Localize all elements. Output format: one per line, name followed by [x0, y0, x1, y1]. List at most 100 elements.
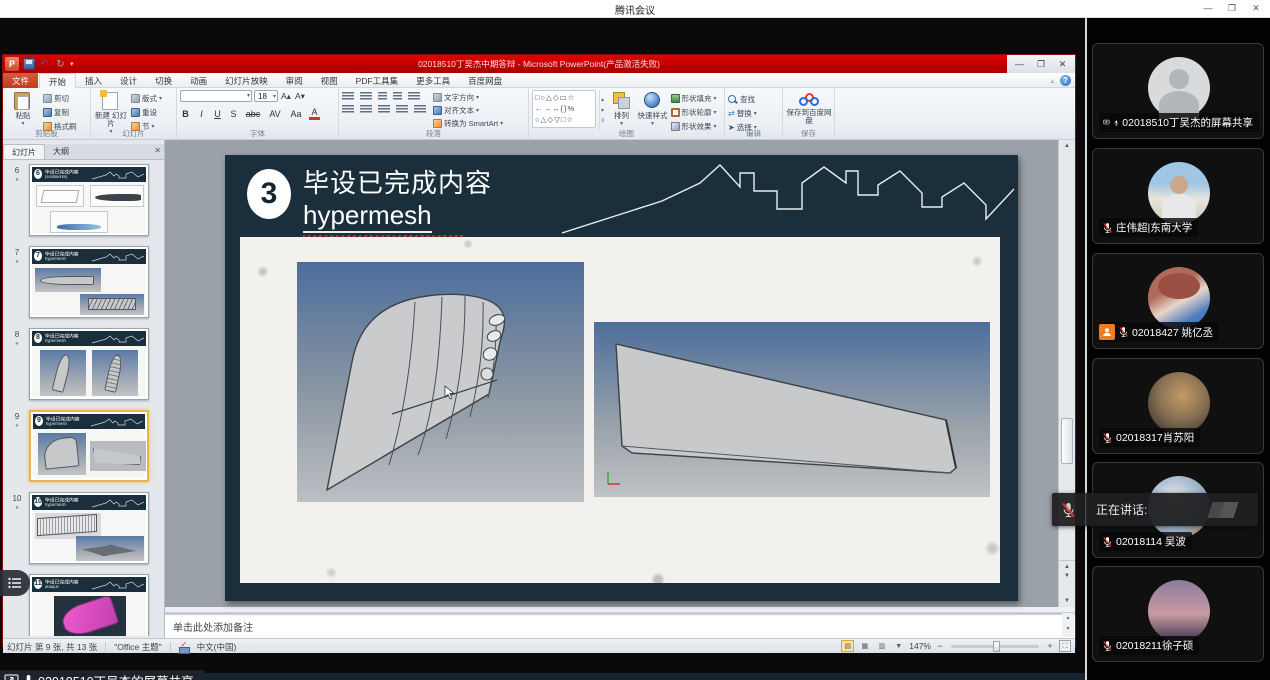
tab-insert[interactable]: 插入	[76, 73, 111, 88]
tab-outline-pane[interactable]: 大纲	[45, 144, 77, 159]
transition-icon: ★	[8, 341, 26, 347]
participant-name: 02018211徐子硕	[1116, 638, 1193, 653]
current-slide[interactable]: 3 毕设已完成内容 hypermesh	[225, 155, 1018, 601]
tab-design[interactable]: 设计	[111, 73, 146, 88]
font-size-combobox[interactable]: 18	[254, 90, 278, 102]
indent-increase-icon[interactable]	[393, 92, 402, 101]
shapes-gallery[interactable]: □○△◇▭☆ ←→↔{}% ○△◇▽□☆	[532, 90, 596, 128]
participant-tile-sharing[interactable]: 02018510丁吴杰的屏幕共享	[1092, 43, 1264, 139]
undo-icon[interactable]: ↶	[38, 58, 51, 71]
paste-button[interactable]: 粘贴▾	[6, 90, 40, 130]
help-icon[interactable]: ?	[1060, 75, 1071, 86]
normal-view-icon[interactable]: ▤	[841, 640, 854, 652]
replace-button[interactable]: ⇄替换▾	[728, 108, 779, 119]
editor-scrollbar[interactable]: ▲ ▲▼ ▼	[1058, 140, 1075, 607]
close-icon[interactable]: ✕	[1244, 0, 1268, 18]
meeting-sidebar-toggle[interactable]	[0, 570, 30, 596]
character-spacing-button[interactable]: AV	[267, 109, 283, 119]
tab-baidu-netdisk[interactable]: 百度网盘	[459, 73, 511, 88]
shadow-button[interactable]: S	[228, 109, 239, 119]
bold-button[interactable]: B	[180, 109, 191, 119]
tab-more-tools[interactable]: 更多工具	[407, 73, 459, 88]
close-pane-icon[interactable]: ✕	[154, 146, 161, 155]
paste-icon	[14, 92, 30, 110]
arrange-button[interactable]: 排列▾	[609, 90, 635, 130]
new-slide-button[interactable]: 新建 幻灯片▾	[94, 90, 128, 130]
align-center-icon[interactable]	[360, 105, 372, 114]
tab-slides-pane[interactable]: 幻灯片	[3, 144, 45, 159]
shape-fill-button[interactable]: 形状填充▾	[671, 93, 717, 104]
tab-review[interactable]: 审阅	[277, 73, 312, 88]
tab-transitions[interactable]: 切换	[146, 73, 181, 88]
arrange-icon	[613, 92, 629, 108]
tab-home[interactable]: 开始	[39, 73, 76, 88]
ppt-minimize-icon[interactable]: —	[1011, 59, 1029, 69]
quick-styles-button[interactable]: 快速样式▾	[638, 90, 668, 130]
columns-icon[interactable]	[414, 105, 426, 114]
zoom-out-icon[interactable]: −	[935, 641, 945, 651]
change-case-button[interactable]: Aa	[288, 109, 304, 119]
grow-font-button[interactable]: A▴	[280, 91, 292, 102]
slide-canvas[interactable]: 3 毕设已完成内容 hypermesh	[165, 140, 1058, 607]
font-name-combobox[interactable]	[180, 90, 252, 102]
align-right-icon[interactable]	[378, 105, 390, 114]
participant-tile[interactable]: 02018427 姚亿丞	[1092, 253, 1264, 349]
reset-button[interactable]: 重设	[131, 107, 162, 118]
notes-scrollbar[interactable]: ▲▼	[1062, 613, 1074, 637]
participant-tile[interactable]: 庄伟超|东南大学	[1092, 148, 1264, 244]
tab-animations[interactable]: 动画	[181, 73, 216, 88]
spellcheck-icon[interactable]	[179, 642, 189, 652]
find-button[interactable]: 查找	[728, 94, 779, 105]
save-icon[interactable]	[23, 58, 35, 70]
participants-panel: 02018510丁吴杰的屏幕共享 庄伟超|东南大学	[1085, 18, 1270, 680]
font-color-button[interactable]: A	[309, 108, 320, 120]
bullets-icon[interactable]	[342, 92, 354, 101]
reading-view-icon[interactable]: ▥	[875, 640, 888, 652]
prev-next-slide-buttons[interactable]: ▲▼	[1059, 560, 1075, 594]
align-left-icon[interactable]	[342, 105, 354, 114]
tab-pdf-tools[interactable]: PDF工具集	[347, 73, 408, 88]
zoom-slider[interactable]	[951, 645, 1039, 648]
collapse-ribbon-icon[interactable]: ▵	[1050, 77, 1054, 85]
restore-icon[interactable]: ❐	[1220, 0, 1244, 18]
align-text-button[interactable]: 对齐文本▾	[433, 105, 503, 116]
zoom-in-icon[interactable]: +	[1045, 641, 1055, 651]
copy-button[interactable]: 复制	[43, 107, 77, 118]
scrollbar-thumb[interactable]	[1061, 418, 1073, 464]
cut-button[interactable]: 剪切	[43, 93, 77, 104]
language-indicator[interactable]: 中文(中国)	[197, 641, 237, 653]
notes-pane[interactable]: 单击此处添加备注	[165, 612, 1075, 638]
qat-dropdown-icon[interactable]: ▾	[70, 60, 74, 68]
italic-button[interactable]: I	[196, 109, 207, 119]
participant-tile[interactable]: 02018211徐子硕	[1092, 566, 1264, 662]
justify-icon[interactable]	[396, 105, 408, 114]
participant-tile[interactable]: 02018317肖苏阳	[1092, 358, 1264, 454]
minimize-icon[interactable]: —	[1196, 0, 1220, 18]
line-spacing-icon[interactable]	[408, 92, 420, 101]
shapes-gallery-scroll[interactable]: ▴▾≡	[599, 90, 606, 130]
redo-icon[interactable]: ↻	[54, 58, 67, 71]
layout-button[interactable]: 版式▾	[131, 93, 162, 104]
scroll-up-icon[interactable]: ▲	[1059, 140, 1075, 152]
text-direction-button[interactable]: 文字方向▾	[433, 92, 503, 103]
slide-sorter-icon[interactable]: ▦	[858, 640, 871, 652]
ppt-restore-icon[interactable]: ❐	[1032, 59, 1050, 70]
tab-slideshow[interactable]: 幻灯片放映	[216, 73, 277, 88]
slideshow-icon[interactable]: ▼	[892, 640, 905, 652]
save-to-baidu-button[interactable]: 保存到百度网盘	[786, 90, 832, 125]
indent-decrease-icon[interactable]	[378, 92, 387, 101]
underline-button[interactable]: U	[212, 109, 223, 119]
zoom-slider-thumb[interactable]	[993, 641, 1000, 652]
strikethrough-button[interactable]: abc	[244, 109, 262, 119]
powerpoint-logo-icon[interactable]: P	[5, 57, 19, 71]
tab-file[interactable]: 文件	[3, 73, 38, 88]
tab-view[interactable]: 视图	[312, 73, 347, 88]
shrink-font-button[interactable]: A▾	[294, 91, 306, 102]
ppt-close-icon[interactable]: ✕	[1054, 59, 1072, 70]
mic-on-icon	[1114, 117, 1119, 129]
layout-icon	[131, 94, 140, 103]
scroll-down-icon[interactable]: ▼	[1059, 595, 1075, 607]
shape-outline-button[interactable]: 形状轮廓▾	[671, 107, 717, 118]
fit-to-window-icon[interactable]: ⛶	[1059, 640, 1071, 652]
numbering-icon[interactable]	[360, 92, 372, 101]
